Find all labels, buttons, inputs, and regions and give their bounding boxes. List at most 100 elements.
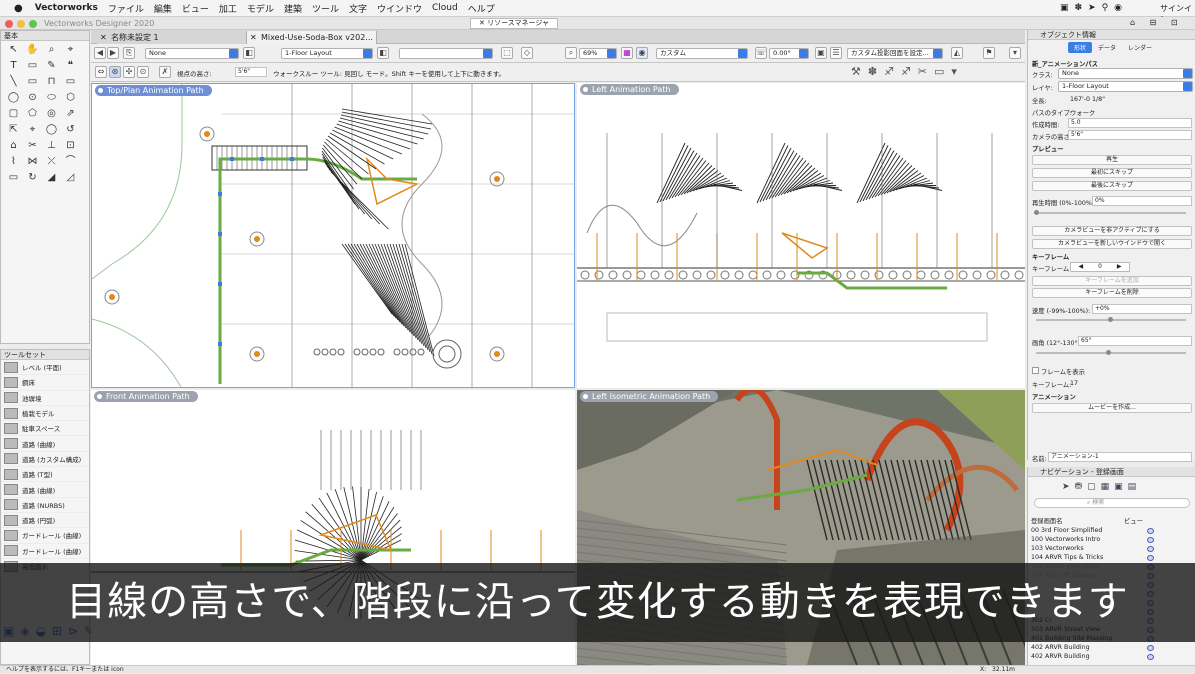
render-eye-icon[interactable]: ◉ [636,47,648,59]
menu-file[interactable]: ファイル [108,2,144,15]
rounded-rect-tool-icon[interactable]: ▭ [64,75,77,88]
text-tool-icon[interactable]: T [7,59,20,72]
add-keyframe-button[interactable]: キーフレームを追加 [1032,276,1192,286]
view-cube-icon[interactable]: ⬚ [501,47,513,59]
menu-window[interactable]: ウインドウ [377,2,422,15]
toolset-item[interactable]: レベル (平面) [1,360,89,376]
eye-height-field[interactable]: 5'6" [235,67,267,77]
offset-tool-icon[interactable]: ⌖ [26,123,39,136]
toolset-item[interactable]: 道路 (NURBS) [1,498,89,513]
back-arrow-icon[interactable]: ◀ [94,47,106,59]
view-eye-icon[interactable] [1147,654,1154,660]
toolset-item[interactable]: ガードレール (曲線) [1,528,89,544]
playback-slider[interactable] [1034,210,1186,215]
delete-keyframe-button[interactable]: キーフレームを削除 [1032,288,1192,298]
walk-settings-icon[interactable]: ✗ [159,66,171,78]
tab-untitled[interactable]: ✕ 名称未設定 1 [97,31,247,44]
clip-tool-icon[interactable]: ⊥ [45,139,58,152]
rotate-view-tool-icon[interactable]: ▭ [7,171,20,184]
orbit-mode-icon[interactable]: ⊙ [137,66,149,78]
show-frames-checkbox[interactable] [1032,367,1039,374]
wedge-tool-icon[interactable]: ↻ [26,171,39,184]
open-camera-window-button[interactable]: カメラビューを新しいウインドウで開く [1032,239,1192,249]
resource-manager-tab[interactable]: ✕ リソースマネージャ [470,18,559,29]
viewport-left[interactable]: Left Animation Path [577,83,1025,388]
view-bar-menu-icon[interactable]: ▾ [1009,47,1021,59]
name-field[interactable]: アニメーション-1 [1048,452,1192,462]
quote-tool-icon[interactable]: ❝ [64,59,77,72]
zoom-select[interactable]: 69% [579,48,617,59]
class-options-icon[interactable]: ◧ [243,47,255,59]
selection-tool-icon[interactable]: ↖ [7,43,20,56]
flyover-tool-icon[interactable]: ⌖ [64,43,77,56]
view-eye-icon[interactable] [1147,645,1154,651]
rotate-tool-icon[interactable]: ↺ [64,123,77,136]
toolset-item[interactable]: 鋼床 [1,375,89,391]
square-tool-icon[interactable]: ▢ [7,107,20,120]
reshape-tool-icon[interactable]: ⇱ [7,123,20,136]
camera-height-field[interactable]: 5'6" [1068,130,1192,140]
attribute-tool-icon[interactable]: ⊡ [64,139,77,152]
angle-field[interactable]: 65° [1078,336,1192,346]
pentagon-tool-icon[interactable]: ⬠ [26,107,39,120]
saved-view-select[interactable]: カスタム投影回面を設定... [847,48,943,59]
tab-shape[interactable]: 形状 [1068,42,1093,53]
menu-cloud[interactable]: Cloud [432,3,458,13]
minimize-window-button[interactable] [17,20,25,28]
layer-select[interactable]: 1-Floor Layout [281,48,373,59]
eyedropper-tool-icon[interactable]: ⌂ [7,139,20,152]
connect-tool-icon[interactable]: ⌇ [7,155,20,168]
camera-icon[interactable]: ◭ [951,47,963,59]
line-tool-icon[interactable]: ╲ [7,75,20,88]
trim-tool-icon[interactable]: ✂ [26,139,39,152]
menu-view[interactable]: ビュー [182,2,209,15]
fly-mode-icon[interactable]: ✣ [123,66,135,78]
polygon-tool-icon[interactable]: ⬡ [64,91,77,104]
rectangle-tool-icon[interactable]: ▭ [26,75,39,88]
skip-end-button[interactable]: 最後にスキップ [1032,181,1192,191]
toolset-item[interactable]: 池塀境 [1,391,89,406]
menu-app-name[interactable]: Vectorworks [35,3,98,13]
arc-tool-icon[interactable]: ◯ [45,123,58,136]
navigation-mode-icons[interactable]: ➤⛃▢▦▣▤ [1062,482,1141,492]
view-eye-icon[interactable] [1147,555,1154,561]
rotation-icon[interactable]: ☏ [755,47,767,59]
toolset-item[interactable]: 道路 (T型) [1,467,89,483]
menu-text[interactable]: 文字 [349,2,367,15]
toolset-item[interactable]: 道路 (曲線) [1,436,89,452]
grid-view-icon[interactable]: ▣ [815,47,827,59]
snap-tools-icons[interactable]: ⚒✽♐♐✂▭▾ [851,65,964,78]
apple-icon[interactable]: ● [14,3,23,14]
zoom-tool-icon[interactable]: ⌕ [45,43,58,56]
menu-architect[interactable]: 建築 [284,2,302,15]
tab-mixed-use[interactable]: ✕ Mixed-Use-Soda-Box v202... [247,31,377,44]
list-view-icon[interactable]: ☰ [830,47,842,59]
toolset-item[interactable]: 道路 (円弧) [1,513,89,529]
duration-field[interactable]: 5.0 [1068,118,1192,128]
chamfer-tool-icon[interactable]: ⤫ [45,155,58,168]
tab-data[interactable]: データ [1092,42,1122,53]
play-button[interactable]: 再生 [1032,155,1192,165]
speed-field[interactable]: +0% [1092,304,1192,314]
playback-field[interactable]: 0% [1092,196,1192,206]
speed-slider[interactable] [1036,317,1186,322]
dimension-tool-icon[interactable]: ⊓ [45,75,58,88]
menu-help[interactable]: ヘルプ [468,2,495,15]
view-eye-icon[interactable] [1147,528,1154,534]
object-class-select[interactable]: None [1058,68,1193,79]
render-mode-select[interactable]: カスタム [656,48,748,59]
class-select[interactable]: None [145,48,239,59]
layer-icon[interactable]: ⎘ [123,47,135,59]
zoom-window-button[interactable] [29,20,37,28]
saved-view-select-empty[interactable] [399,48,493,59]
flag-icon[interactable]: ⚑ [983,47,995,59]
ellipse-arc-tool-icon[interactable]: ⊙ [26,91,39,104]
render-grid-icon[interactable]: ▦ [621,47,633,59]
make-movie-button[interactable]: ムービーを作成... [1032,403,1192,413]
close-window-button[interactable] [5,20,13,28]
wall-join-tool-icon[interactable]: ◢ [45,171,58,184]
toolset-item[interactable]: ガードレール (曲線) [1,544,89,559]
object-layer-select[interactable]: 1-Floor Layout [1058,81,1193,92]
toolset-item[interactable]: 道路 (曲線) [1,482,89,498]
keyframe-next-icon[interactable]: ▶ [1117,263,1122,271]
